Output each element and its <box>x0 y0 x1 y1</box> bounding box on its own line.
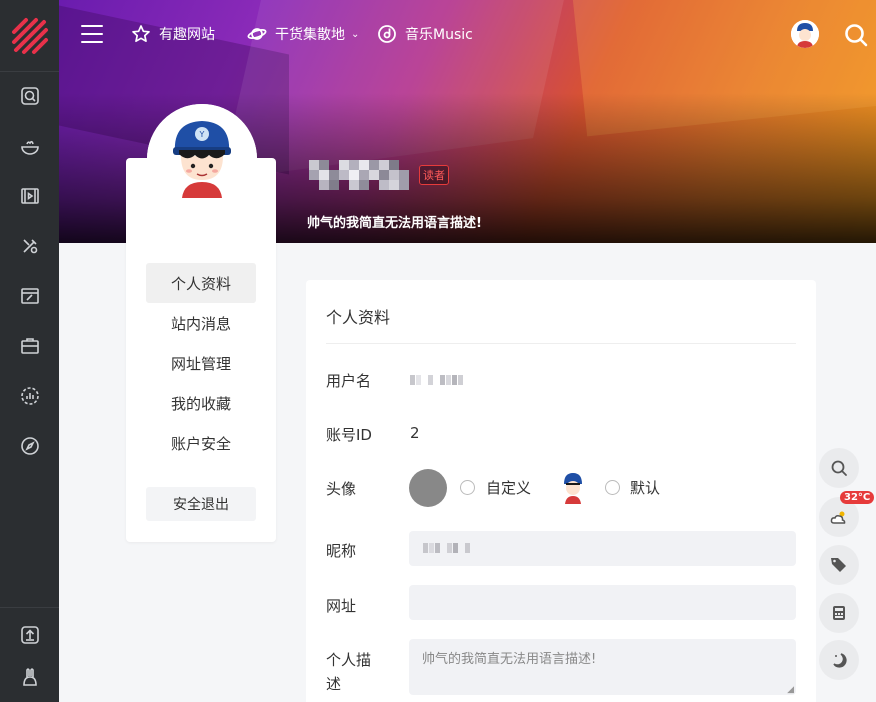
account-id-value: 2 <box>410 424 420 442</box>
rail-compass-icon[interactable] <box>0 429 59 463</box>
planet-icon <box>247 28 267 40</box>
default-avatar-preview <box>558 470 588 506</box>
sidebar-item-profile[interactable]: 个人资料 <box>146 263 256 303</box>
nav-item-resources[interactable]: 干货集散地 ⌄ <box>247 24 359 44</box>
search-icon[interactable] <box>843 22 869 48</box>
avatar-custom-label: 自定义 <box>486 479 532 497</box>
website-input[interactable] <box>409 585 796 620</box>
moon-icon <box>833 653 847 668</box>
nav-item-label: 音乐Music <box>405 27 473 43</box>
account-id-label: 账号ID <box>326 426 372 444</box>
avatar-default-radio[interactable] <box>605 480 620 495</box>
search-icon <box>831 460 847 476</box>
profile-avatar: Y <box>147 104 257 214</box>
avatar-custom-radio[interactable] <box>460 480 475 495</box>
rail-frame-icon[interactable] <box>0 279 59 313</box>
calculator-button[interactable] <box>819 593 859 633</box>
rail-bowl-icon[interactable] <box>0 130 59 164</box>
nav-item-music[interactable]: 音乐Music <box>377 24 473 44</box>
sidebar-item-security[interactable]: 账户安全 <box>146 423 256 463</box>
calculator-icon <box>833 606 845 620</box>
nav-item-fun-sites[interactable]: 有趣网站 <box>131 24 215 44</box>
cloud-sun-icon <box>830 511 846 524</box>
rail-tools-icon[interactable] <box>0 229 59 263</box>
logout-button[interactable]: 安全退出 <box>146 487 256 521</box>
role-badge: 读者 <box>419 165 449 185</box>
username-label: 用户名 <box>326 372 372 390</box>
sidebar-item-favorites[interactable]: 我的收藏 <box>146 383 256 423</box>
music-disc-icon <box>378 25 396 43</box>
profile-description: 帅气的我简直无法用语言描述! <box>307 216 482 231</box>
sidebar-item-messages[interactable]: 站内消息 <box>146 303 256 343</box>
rail-briefcase-icon[interactable] <box>0 329 59 363</box>
rail-chart-icon[interactable] <box>0 379 59 413</box>
pixelated-username <box>309 160 409 190</box>
bio-label: 个人描 述 <box>326 651 372 693</box>
page-title: 个人资料 <box>326 308 391 327</box>
nav-item-label: 有趣网站 <box>159 27 215 43</box>
top-nav: 有趣网站 干货集散地 ⌄ 音乐Music <box>59 0 876 72</box>
left-rail <box>0 0 59 702</box>
rail-upload-icon[interactable] <box>0 618 59 652</box>
tag-icon <box>831 558 846 572</box>
avatar-icon <box>791 20 819 48</box>
bio-textarea[interactable]: 帅气的我简直无法用语言描述! ◢ <box>409 639 796 695</box>
float-search-button[interactable] <box>819 448 859 488</box>
chevron-down-icon: ⌄ <box>351 28 360 40</box>
avatar-default-label: 默认 <box>630 479 661 497</box>
nav-item-label: 干货集散地 <box>275 27 345 43</box>
user-avatar-small[interactable] <box>791 20 819 48</box>
svg-text:Y: Y <box>199 130 205 139</box>
nickname-label: 昵称 <box>326 542 357 560</box>
resize-handle-icon[interactable]: ◢ <box>787 685 794 695</box>
avatar-icon: Y <box>147 104 257 214</box>
custom-avatar-preview <box>409 469 447 507</box>
dark-mode-button[interactable] <box>819 640 859 680</box>
sidebar-item-url-manage[interactable]: 网址管理 <box>146 343 256 383</box>
website-label: 网址 <box>326 597 357 615</box>
menu-toggle-icon[interactable] <box>81 25 103 45</box>
avatar-label: 头像 <box>326 480 357 498</box>
rail-search-icon[interactable] <box>0 79 59 113</box>
tags-button[interactable] <box>819 545 859 585</box>
title-divider <box>326 343 796 344</box>
temperature-badge: 32°C <box>840 491 875 504</box>
rail-video-icon[interactable] <box>0 179 59 213</box>
pixelated-nickname-value <box>423 543 470 553</box>
rail-divider <box>0 607 59 608</box>
rail-rabbit-icon[interactable] <box>0 660 59 694</box>
nickname-input[interactable] <box>409 531 796 566</box>
bio-placeholder: 帅气的我简直无法用语言描述! <box>422 652 597 667</box>
star-icon <box>132 25 150 43</box>
logo-icon <box>11 17 48 54</box>
profile-name-row: 读者 <box>309 160 449 190</box>
site-logo[interactable] <box>0 0 59 72</box>
pixelated-username-value <box>410 375 463 385</box>
